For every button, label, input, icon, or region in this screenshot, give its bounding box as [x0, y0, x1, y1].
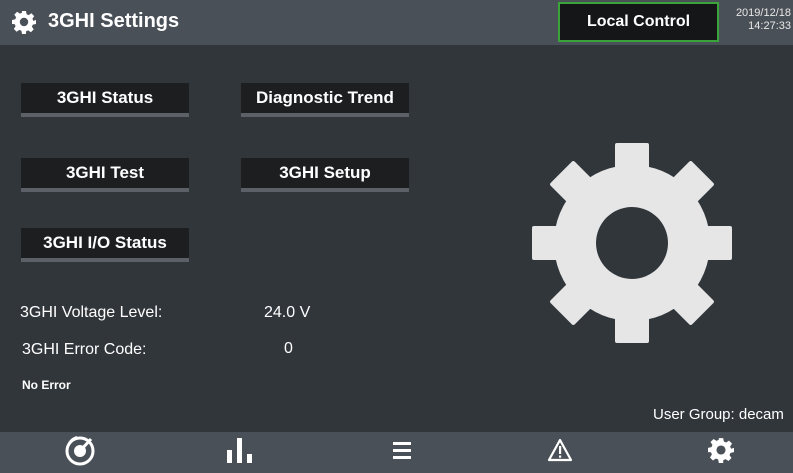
nav-alarm-button[interactable]	[525, 432, 595, 473]
status-button[interactable]: 3GHI Status	[21, 83, 189, 117]
settings-icon	[708, 437, 734, 468]
nav-settings-button[interactable]	[686, 432, 756, 473]
bar-chart-icon	[225, 436, 255, 469]
setup-button[interactable]: 3GHI Setup	[241, 158, 409, 192]
nav-dashboard-button[interactable]	[45, 432, 115, 473]
io-status-button[interactable]: 3GHI I/O Status	[21, 228, 189, 262]
diagnostic-trend-button[interactable]: Diagnostic Trend	[241, 83, 409, 117]
user-group-label: User Group: decam	[653, 406, 784, 423]
warning-icon	[547, 438, 573, 467]
voltage-label: 3GHI Voltage Level:	[20, 304, 163, 321]
voltage-value: 24.0 V	[264, 304, 311, 321]
local-control-button[interactable]: Local Control	[558, 2, 719, 42]
error-description: No Error	[22, 378, 71, 392]
gauge-icon	[62, 434, 98, 471]
nav-trend-button[interactable]	[205, 432, 275, 473]
bottom-nav	[0, 432, 793, 473]
page-title: 3GHI Settings	[48, 10, 180, 32]
error-code-value: 0	[284, 340, 293, 357]
time-text: 14:27:33	[748, 20, 791, 32]
test-button[interactable]: 3GHI Test	[21, 158, 189, 192]
date-text: 2019/12/18	[735, 7, 791, 19]
large-gear-icon	[525, 143, 739, 343]
gear-icon	[12, 10, 36, 34]
datetime-display: 2019/12/18 14:27:33	[721, 7, 793, 33]
header-bar: 3GHI Settings Local Control 2019/12/18 1…	[0, 0, 793, 45]
error-code-label: 3GHI Error Code:	[22, 341, 147, 358]
menu-icon	[391, 439, 413, 466]
nav-menu-button[interactable]	[367, 432, 437, 473]
